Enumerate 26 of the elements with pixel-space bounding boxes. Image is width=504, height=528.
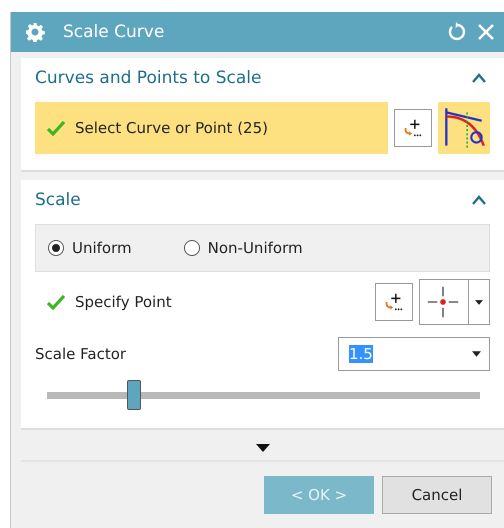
field-label: Scale Factor [35, 345, 128, 363]
expand-arrow-icon[interactable] [256, 444, 270, 452]
slider-thumb[interactable] [126, 380, 141, 410]
window-title: Scale Curve [63, 22, 164, 42]
add-icon [402, 117, 424, 139]
add-point-button[interactable] [394, 109, 432, 147]
selection-label: Select Curve or Point (25) [75, 119, 268, 137]
section-title: Scale [35, 190, 82, 210]
selection-row[interactable]: Select Curve or Point (25) [35, 102, 388, 154]
section-title: Curves and Points to Scale [35, 68, 262, 88]
chevron-icon[interactable] [472, 195, 486, 205]
cancel-button[interactable]: Cancel [382, 476, 492, 514]
reset-icon[interactable] [446, 22, 466, 42]
caret-icon [472, 351, 481, 357]
point-type-dropdown[interactable] [419, 279, 490, 325]
selection-label: Specify Point [75, 293, 172, 311]
curve-icon[interactable] [438, 102, 490, 154]
caret-icon [475, 300, 483, 304]
settings-icon[interactable] [25, 22, 45, 42]
add-icon [383, 291, 405, 313]
add-point-button[interactable] [375, 283, 413, 321]
selection-row[interactable]: Specify Point [35, 276, 369, 328]
close-icon[interactable] [476, 22, 496, 42]
radio-option[interactable]: Uniform [48, 239, 132, 257]
chevron-icon[interactable] [472, 73, 486, 83]
radio-option[interactable]: Non-Uniform [184, 239, 303, 257]
